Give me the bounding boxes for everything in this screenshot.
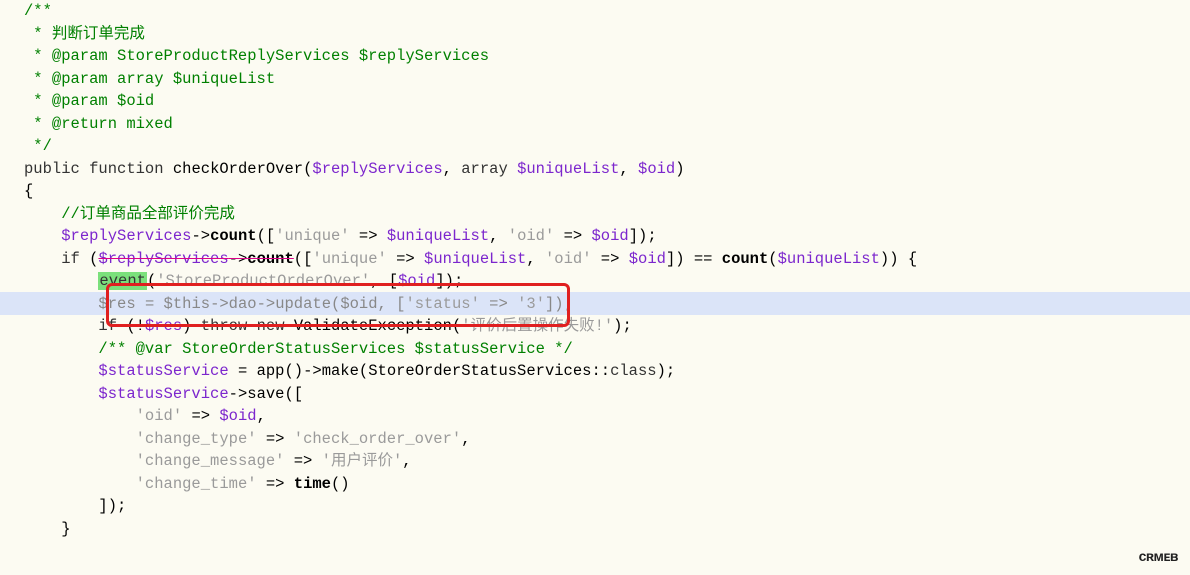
code-block: /** * 判断订单完成 * @param StoreProductReplyS…: [0, 0, 1190, 575]
brace-open: {: [24, 182, 33, 200]
param2: $uniqueList: [517, 160, 619, 178]
var-statusservice: $statusService: [98, 362, 228, 380]
code: /** * 判断订单完成 * @param StoreProductReplyS…: [0, 0, 1190, 540]
kw-if2: if: [98, 317, 117, 335]
kw-if: if: [61, 250, 80, 268]
docblock-param2: * @param array $uniqueList: [24, 70, 275, 88]
docblock-desc: * 判断订单完成: [24, 25, 145, 43]
arr-key-change-type: 'change_type': [136, 430, 257, 448]
docblock-param1: * @param StoreProductReplyServices $repl…: [24, 47, 489, 65]
kw-new: new: [257, 317, 285, 335]
arr-key-change-time: 'change_time': [136, 475, 257, 493]
docblock-close: */: [24, 137, 52, 155]
docblock-return: * @return mixed: [24, 115, 173, 133]
var-res: $res: [98, 295, 135, 313]
cls-storeorderstatusservices: StoreOrderStatusServices: [368, 362, 591, 380]
fn-count: count: [722, 250, 769, 268]
fn-name: checkOrderOver: [173, 160, 303, 178]
arr-key-change-message: 'change_message': [136, 452, 285, 470]
cls-validateexception: ValidateException: [294, 317, 452, 335]
kw-array: array: [461, 160, 508, 178]
var-doc-comment: /** @var StoreOrderStatusServices $statu…: [98, 340, 572, 358]
fn-event: event: [98, 272, 147, 290]
docblock-open: /**: [24, 2, 52, 20]
inline-comment-1: //订单商品全部评价完成: [61, 205, 235, 223]
var-replyservices: $replyServices: [61, 227, 191, 245]
if-close-brace: }: [61, 520, 70, 538]
kw-function: function: [89, 160, 163, 178]
watermark-logo: ᴄʀмᴇʙ: [1139, 545, 1178, 568]
kw-class: class: [610, 362, 657, 380]
docblock-param3: * @param $oid: [24, 92, 154, 110]
param3: $oid: [638, 160, 675, 178]
kw-public: public: [24, 160, 80, 178]
arr-key-oid: 'oid': [136, 407, 183, 425]
fn-time: time: [294, 475, 331, 493]
param1: $replyServices: [312, 160, 442, 178]
kw-throw: throw: [201, 317, 248, 335]
